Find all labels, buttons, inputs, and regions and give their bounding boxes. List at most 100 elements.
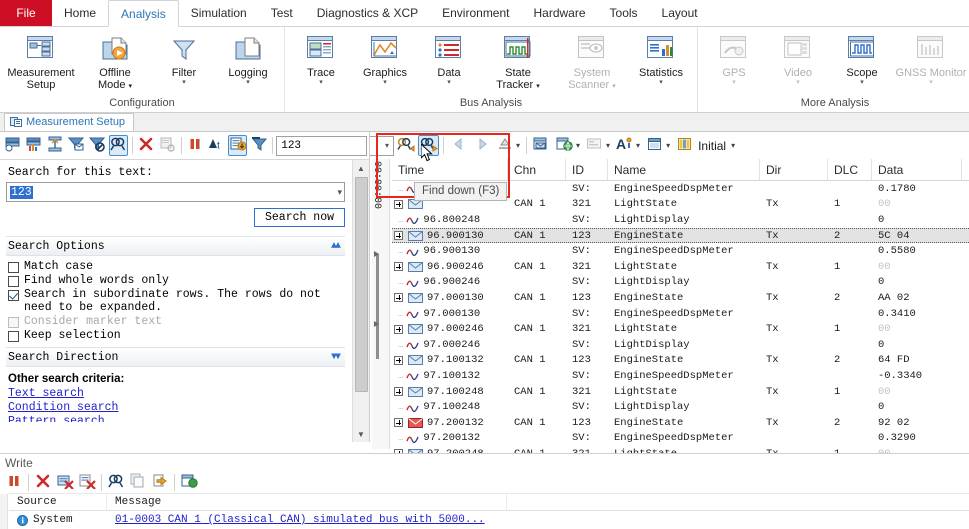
- checkbox-match-case[interactable]: [8, 262, 19, 273]
- trace-row[interactable]: 97.000130 CAN 1 123 EngineState Tx 2 AA 02: [392, 290, 969, 306]
- toolbar-button-config-trace[interactable]: [3, 135, 22, 156]
- expand-row-icon[interactable]: [394, 324, 403, 334]
- layout-preset-label[interactable]: Initial: [698, 139, 726, 153]
- trace-column-header-chn[interactable]: Chn: [508, 158, 566, 181]
- toolbar-button-copy-rows[interactable]: [158, 135, 177, 156]
- checkbox-find-whole-words-only[interactable]: [8, 276, 19, 287]
- search-option-find-whole-words-only[interactable]: Find whole words only: [8, 274, 345, 287]
- ribbon-button-state-tracker[interactable]: State Tracker ▾: [481, 30, 555, 93]
- chevron-down-icon[interactable]: ▾: [659, 79, 663, 86]
- ribbon-button-logging[interactable]: Logging ▾: [216, 30, 280, 86]
- search-now-button[interactable]: Search now: [253, 208, 345, 227]
- write-toolbar-button-pause[interactable]: [4, 473, 24, 492]
- document-tab-measurement-setup[interactable]: Measurement Setup: [4, 113, 135, 131]
- ribbon-button-filter[interactable]: Filter ▾: [152, 30, 216, 86]
- trace-row[interactable]: 97.100248 CAN 1 321 LightState Tx 1 00: [392, 384, 969, 400]
- ribbon-tab-hardware[interactable]: Hardware: [522, 0, 598, 26]
- trace-column-header-data[interactable]: Data: [872, 158, 962, 181]
- ribbon-button-scope[interactable]: Scope ▾: [830, 30, 894, 86]
- ribbon-button-measurement-setup[interactable]: Measurement Setup: [4, 30, 78, 91]
- trace-row[interactable]: … 97.200132 SV: EngineSpeedDspMeter 0.3290: [392, 431, 969, 447]
- ribbon-tab-environment[interactable]: Environment: [430, 0, 521, 26]
- expand-row-icon[interactable]: [394, 199, 403, 209]
- ribbon-button-offline-mode[interactable]: Offline Mode ▾: [78, 30, 152, 93]
- chevron-down-icon[interactable]: ▾: [319, 79, 323, 86]
- chevron-down-icon[interactable]: ▾: [732, 79, 736, 86]
- ribbon-tab-file[interactable]: File: [0, 0, 52, 26]
- toolbar-button-find-up[interactable]: [395, 135, 416, 156]
- quick-search-dropdown[interactable]: ▾: [370, 135, 394, 156]
- toolbar-button-expand-rows[interactable]: [228, 135, 248, 156]
- ribbon-tab-home[interactable]: Home: [52, 0, 108, 26]
- trace-row[interactable]: … 96.800248 SV: LightDisplay 0: [392, 212, 969, 228]
- write-row[interactable]: System 01-0003 CAN 1 (Classical CAN) sim…: [9, 511, 969, 529]
- chevron-down-icon[interactable]: ▾: [576, 141, 580, 150]
- write-cell-message[interactable]: 01-0003 CAN 1 (Classical CAN) simulated …: [107, 514, 969, 526]
- chevron-down-icon[interactable]: ▾: [929, 79, 933, 86]
- toolbar-button-column-filter[interactable]: [249, 135, 268, 156]
- chevron-down-icon[interactable]: ▾: [383, 79, 387, 86]
- chevron-up-icon[interactable]: ▲▲: [331, 241, 341, 252]
- toolbar-button-save-trace[interactable]: [531, 135, 552, 156]
- write-toolbar-button-clear-all[interactable]: [55, 473, 75, 492]
- search-options-header[interactable]: Search Options ▲▲: [6, 236, 345, 256]
- toolbar-button-pause[interactable]: [186, 135, 205, 156]
- expand-row-icon[interactable]: [394, 355, 403, 365]
- toolbar-button-sort-columns[interactable]: [45, 135, 64, 156]
- expand-row-icon[interactable]: [394, 231, 403, 241]
- write-toolbar-button-paste[interactable]: [150, 473, 170, 492]
- trace-row[interactable]: … 97.100248 SV: LightDisplay 0: [392, 399, 969, 415]
- trace-row[interactable]: … 96.900130 SV: EngineSpeedDspMeter 0.5580: [392, 243, 969, 259]
- toolbar-button-next-marker[interactable]: [471, 135, 492, 156]
- ribbon-tab-analysis[interactable]: Analysis: [108, 0, 179, 27]
- checkbox-keep-selection[interactable]: [8, 331, 19, 342]
- toolbar-button-find[interactable]: [108, 135, 128, 156]
- write-toolbar-button-find[interactable]: [106, 473, 126, 492]
- trace-row[interactable]: 96.900130 CAN 1 123 EngineState Tx 2 5C 04: [392, 227, 969, 244]
- ribbon-tab-diagnostics-xcp[interactable]: Diagnostics & XCP: [305, 0, 430, 26]
- toolbar-button-export-trace[interactable]: [554, 135, 575, 156]
- chevron-down-icon[interactable]: ▾: [182, 79, 186, 86]
- toolbar-button-prev-marker[interactable]: [448, 135, 469, 156]
- trace-row[interactable]: … 96.900246 SV: LightDisplay 0: [392, 275, 969, 291]
- link-pattern-search[interactable]: Pattern search: [8, 415, 345, 422]
- ribbon-button-graphics[interactable]: Graphics ▾: [353, 30, 417, 86]
- ribbon-tab-layout[interactable]: Layout: [650, 0, 710, 26]
- search-direction-header[interactable]: Search Direction ▼▼: [6, 347, 345, 367]
- trace-column-header-name[interactable]: Name: [608, 158, 760, 181]
- toolbar-button-filter-messages[interactable]: [66, 135, 85, 156]
- toolbar-button-analysis[interactable]: [24, 135, 43, 156]
- expand-row-icon[interactable]: [394, 293, 403, 303]
- link-text-search[interactable]: Text search: [8, 387, 345, 400]
- chevron-down-icon[interactable]: ▾: [796, 79, 800, 86]
- scroll-down-arrow-icon[interactable]: ▼: [353, 426, 370, 442]
- ribbon-button-data[interactable]: Data ▾: [417, 30, 481, 86]
- chevron-down-icon[interactable]: ▾: [383, 141, 391, 150]
- expand-row-icon[interactable]: [394, 387, 403, 397]
- chevron-down-icon[interactable]: ▾: [636, 141, 640, 150]
- toolbar-button-row-layout[interactable]: [584, 135, 605, 156]
- toolbar-button-filter-remove[interactable]: [88, 135, 107, 156]
- trace-row[interactable]: … 97.000246 SV: LightDisplay 0: [392, 337, 969, 353]
- trace-column-header-dir[interactable]: Dir: [760, 158, 828, 181]
- trace-row[interactable]: 96.900246 CAN 1 321 LightState Tx 1 00: [392, 259, 969, 275]
- link-condition-search[interactable]: Condition search: [8, 401, 345, 414]
- chevron-down-icon[interactable]: ▾: [246, 79, 250, 86]
- chevron-down-icon[interactable]: ▾: [731, 141, 735, 150]
- trace-row[interactable]: 97.200132 CAN 1 123 EngineState Tx 2 92 02: [392, 415, 969, 431]
- toolbar-button-clear[interactable]: [137, 135, 156, 156]
- toolbar-button-column-set[interactable]: [674, 135, 695, 156]
- checkbox-search-in-subordinate-rows[interactable]: [8, 290, 19, 301]
- chevron-down-icon[interactable]: ▾: [606, 141, 610, 150]
- search-option-match-case[interactable]: Match case: [8, 260, 345, 273]
- write-toolbar-button-clear[interactable]: [33, 473, 53, 492]
- chevron-down-icon[interactable]: ▾: [337, 187, 342, 198]
- search-pane-scrollbar[interactable]: ▲ ▼: [352, 160, 369, 442]
- chevron-down-icon[interactable]: ▼▼: [331, 352, 341, 363]
- trace-column-header-id[interactable]: ID: [566, 158, 608, 181]
- ribbon-tab-simulation[interactable]: Simulation: [179, 0, 259, 26]
- chevron-down-icon[interactable]: ▾: [516, 141, 520, 150]
- toolbar-button-window-layout[interactable]: [644, 135, 665, 156]
- scrollbar-thumb[interactable]: [354, 177, 368, 392]
- search-option-keep-selection[interactable]: Keep selection: [8, 329, 345, 342]
